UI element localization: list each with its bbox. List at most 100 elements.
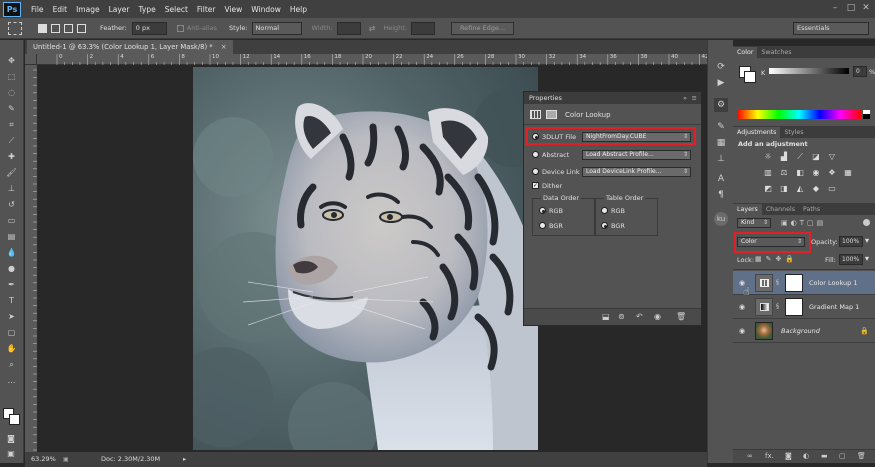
channel-mixer-icon[interactable]: ❖ <box>827 168 837 178</box>
exposure-icon[interactable]: ◪ <box>811 152 821 162</box>
layer-name[interactable]: Gradient Map 1 <box>809 303 859 311</box>
brush-tool-icon[interactable]: 🖌 <box>4 166 20 180</box>
folder-icon[interactable]: ▬ <box>821 452 828 460</box>
maximize-icon[interactable]: □ <box>846 3 856 13</box>
brush-panel-icon[interactable]: ✎ <box>714 120 728 134</box>
layer-name[interactable]: Color Lookup 1 <box>809 279 858 287</box>
lock-icons[interactable]: ▦✎✥🔒 <box>755 255 798 263</box>
width-input[interactable] <box>336 21 361 35</box>
brightness-icon[interactable]: ☼ <box>763 152 773 162</box>
menu-filter[interactable]: Filter <box>197 5 216 14</box>
menu-layer[interactable]: Layer <box>109 5 130 14</box>
brush-presets-icon[interactable]: ▦ <box>714 136 728 150</box>
filter-toggle[interactable] <box>863 219 870 226</box>
devicelink-select[interactable]: Load DeviceLink Profile... <box>582 167 691 177</box>
collapse-panel-icon[interactable]: » <box>683 92 687 104</box>
mask-link-icon[interactable]: § <box>776 279 779 286</box>
table-order-bgr-radio[interactable] <box>601 222 608 229</box>
background-color-swatch[interactable] <box>9 414 20 425</box>
clone-source-icon[interactable]: ⊥ <box>714 152 728 166</box>
table-order-rgb-radio[interactable] <box>601 207 608 214</box>
quick-mask-icon[interactable]: ◙ <box>3 432 19 446</box>
subtract-selection-icon[interactable] <box>64 23 73 33</box>
character-panel-icon[interactable]: A <box>714 172 728 186</box>
fill-input[interactable]: 100% <box>839 254 863 265</box>
layer-row-background[interactable]: ◉ Background 🔒 <box>733 319 875 343</box>
clone-stamp-tool-icon[interactable]: ⊥ <box>4 182 20 196</box>
eraser-tool-icon[interactable]: ▭ <box>4 214 20 228</box>
filter-kind-select[interactable]: Kind <box>737 218 771 228</box>
play-action-icon[interactable]: ▶ <box>714 76 728 90</box>
black-white-icon[interactable]: ◧ <box>795 168 805 178</box>
visibility-eye-icon[interactable]: ◉ <box>739 303 745 311</box>
tab-paths[interactable]: Paths <box>799 204 824 215</box>
mask-link-icon[interactable]: § <box>776 303 779 310</box>
document-tab[interactable]: Untitled-1 @ 63.3% (Color Lookup 1, Laye… <box>27 40 233 54</box>
refine-edge-button[interactable]: Refine Edge... <box>451 21 515 35</box>
fx-icon[interactable]: fx. <box>765 452 774 460</box>
menu-type[interactable]: Type <box>139 5 156 14</box>
blur-tool-icon[interactable]: 💧 <box>4 246 20 260</box>
feather-input[interactable]: 0 px <box>131 21 167 35</box>
close-tab-icon[interactable]: × <box>221 43 227 51</box>
zoom-level[interactable]: 63.29% <box>31 452 56 467</box>
selective-color-icon[interactable]: ◆ <box>811 184 821 194</box>
type-tool-icon[interactable]: T <box>4 294 20 308</box>
eyedropper-tool-icon[interactable]: ⟋ <box>4 134 20 148</box>
menu-window[interactable]: Window <box>251 5 281 14</box>
paragraph-panel-icon[interactable]: ¶ <box>714 188 728 202</box>
menu-help[interactable]: Help <box>290 5 307 14</box>
devicelink-radio[interactable] <box>532 168 539 175</box>
invert-icon[interactable]: ◩ <box>763 184 773 194</box>
new-selection-icon[interactable] <box>38 23 47 33</box>
k-value[interactable]: 0 <box>853 66 867 77</box>
zoom-tool-icon[interactable]: ⌕ <box>4 358 20 372</box>
new-layer-icon[interactable]: ▢ <box>839 452 846 460</box>
link-icon[interactable]: ∞ <box>747 452 753 460</box>
status-menu-icon[interactable]: ▸ <box>183 452 186 467</box>
color-ramp[interactable] <box>737 110 861 119</box>
gradient-tool-icon[interactable]: ▤ <box>4 230 20 244</box>
workspace-select[interactable]: Essentials <box>793 22 869 35</box>
menu-file[interactable]: File <box>31 5 44 14</box>
screen-mode-icon[interactable]: ▣ <box>3 447 19 461</box>
pen-tool-icon[interactable]: ✒ <box>4 278 20 292</box>
marquee-tool-icon[interactable] <box>8 21 22 35</box>
layer-row-gradient-map[interactable]: ◉ § Gradient Map 1 <box>733 295 875 319</box>
hue-saturation-icon[interactable]: ▥ <box>763 168 773 178</box>
tab-swatches[interactable]: Swatches <box>757 47 795 58</box>
background-color-box[interactable] <box>744 71 756 83</box>
properties-panel-icon[interactable]: ⚙ <box>714 98 728 112</box>
levels-icon[interactable]: ▟ <box>779 152 789 162</box>
curves-icon[interactable]: ⟋ <box>795 152 805 162</box>
menu-view[interactable]: View <box>224 5 242 14</box>
history-icon[interactable]: ⟳ <box>714 60 728 74</box>
opacity-input[interactable]: 100% <box>839 236 863 247</box>
data-order-rgb-radio[interactable] <box>539 207 546 214</box>
abstract-select[interactable]: Load Abstract Profile... <box>582 150 691 160</box>
marquee-tool-icon[interactable]: ⬚ <box>4 70 20 84</box>
black-swatch[interactable] <box>863 114 870 119</box>
intersect-selection-icon[interactable] <box>77 23 86 33</box>
photo-filter-icon[interactable]: ◉ <box>811 168 821 178</box>
layer-name[interactable]: Background <box>781 327 820 335</box>
kuler-icon[interactable]: ku <box>714 212 728 226</box>
abstract-radio[interactable] <box>532 151 539 158</box>
threshold-icon[interactable]: ◭ <box>795 184 805 194</box>
trash-icon[interactable]: 🗑 <box>857 452 866 460</box>
quick-select-tool-icon[interactable]: ✎ <box>4 102 20 116</box>
style-select[interactable]: Normal <box>251 21 302 35</box>
color-balance-icon[interactable]: ⚖ <box>779 168 789 178</box>
color-lookup-adj-icon[interactable]: ▦ <box>843 168 853 178</box>
k-slider[interactable] <box>769 68 849 74</box>
view-previous-icon[interactable]: ⊚ <box>618 312 625 321</box>
menu-select[interactable]: Select <box>165 5 188 14</box>
panel-menu-icon[interactable]: ≡ <box>692 92 697 104</box>
healing-tool-icon[interactable]: ✚ <box>4 150 20 164</box>
path-select-tool-icon[interactable]: ➤ <box>4 310 20 324</box>
mask-icon[interactable]: ◙ <box>785 452 792 460</box>
tab-layers[interactable]: Layers <box>733 204 762 215</box>
tab-channels[interactable]: Channels <box>762 204 799 215</box>
status-icon[interactable]: ▣ <box>63 452 69 467</box>
delete-adjustment-icon[interactable]: 🗑 <box>676 312 686 321</box>
